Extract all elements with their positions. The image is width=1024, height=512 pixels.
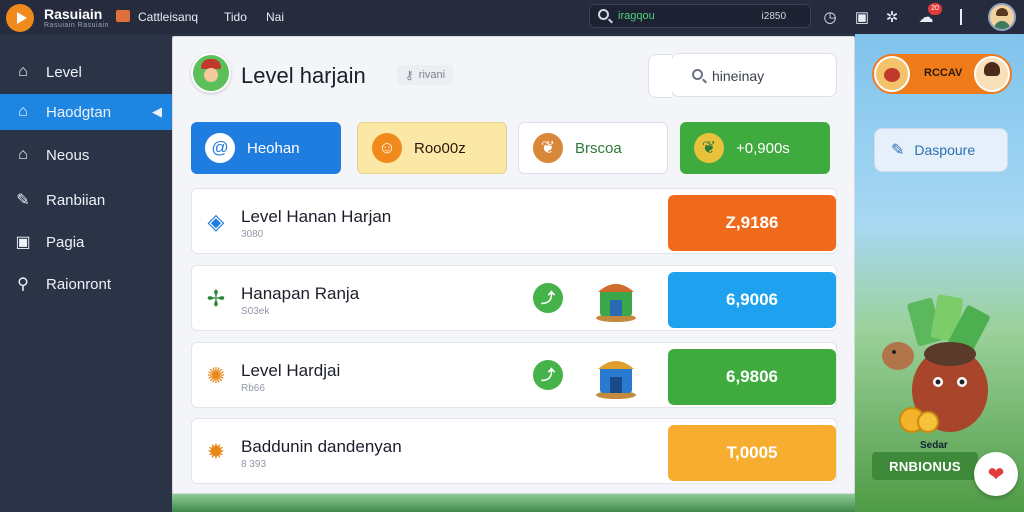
brand-name: Rasuiain — [44, 6, 103, 22]
search-icon — [598, 9, 609, 20]
top-nav-item[interactable]: Cattleisanq — [138, 10, 198, 24]
sidebar-item-label: Raionront — [46, 275, 112, 293]
category-label: Roo00z — [414, 139, 466, 157]
swirl-icon: @ — [205, 133, 235, 163]
notification-badge: 20 — [928, 3, 942, 15]
list-item-subtitle: Rb66 — [241, 383, 265, 394]
top-nav-item[interactable]: Nai — [266, 10, 284, 24]
home-icon: ⌂ — [18, 146, 28, 163]
square-icon: ▣ — [15, 234, 31, 251]
cube-icon: ◈ — [207, 209, 225, 234]
page-title: Level harjain — [241, 63, 366, 88]
sidebar-item-label: Level — [46, 63, 82, 81]
sidebar-item-level[interactable]: ⌂ Level — [0, 54, 172, 90]
sidebar-item-label: Haodgtan — [46, 103, 112, 121]
character-icon: ☺ — [372, 133, 402, 163]
house-icon — [596, 284, 636, 322]
profile-pill[interactable]: RCCAV — [872, 54, 1012, 94]
brand-subtitle: Rasuiain Rasuiain — [44, 22, 109, 29]
value-button[interactable]: 6,9006 — [668, 272, 836, 328]
promo-caption: Sedar — [920, 440, 948, 451]
tag-chip-label: rivani — [418, 69, 446, 81]
list-item-title: Level Hardjai — [241, 361, 341, 380]
search-hint: i2850 — [761, 11, 786, 22]
chevron-left-icon: ◀ — [152, 104, 162, 119]
character-avatar — [191, 53, 231, 93]
profile-text: RCCAV — [924, 67, 963, 79]
sidebar-item-raionront[interactable]: ⚲ Raionront — [0, 266, 172, 302]
action-button-label: Daspoure — [914, 142, 976, 158]
list-item-title: Baddunin dandenyan — [241, 437, 402, 456]
leaf-icon: ❦ — [694, 133, 724, 163]
value-button[interactable]: 6,9806 — [668, 349, 836, 405]
panel-search-input[interactable]: hineinay — [648, 53, 837, 98]
sidebar-item-label: Pagia — [46, 233, 85, 251]
list-item-title: Hanapan Ranja — [241, 284, 360, 303]
list-item-subtitle: 3080 — [241, 229, 264, 240]
list-item[interactable]: ✹ Baddunin dandenyan 8 393 T,0005 — [191, 418, 837, 484]
user-avatar[interactable] — [988, 3, 1016, 31]
category-button-roo00z[interactable]: ☺ Roo00z — [357, 122, 507, 174]
share-icon[interactable]: ⤴ — [533, 283, 563, 313]
app-logo[interactable] — [6, 4, 34, 32]
top-nav-item[interactable]: Tido — [224, 10, 247, 24]
home-icon: ⌂ — [18, 63, 28, 80]
mascot-illustration — [882, 294, 990, 433]
sun-icon: ✺ — [206, 363, 226, 388]
top-search-input[interactable]: iragqou i2850 — [589, 4, 811, 28]
home-icon: ⌂ — [18, 103, 28, 120]
category-button-value[interactable]: ❦ +0,900s — [680, 122, 830, 174]
list-item[interactable]: ✢ Hanapan Ranja S03ek ⤴ 6,9006 — [191, 265, 837, 331]
value-button[interactable]: T,0005 — [668, 425, 836, 481]
category-label: Heohan — [247, 139, 300, 157]
character-avatar — [874, 56, 910, 92]
promo-banner[interactable]: RNBIONUS — [872, 452, 978, 480]
folder-icon — [116, 10, 130, 22]
search-extension — [648, 54, 672, 98]
sidebar-item-neous[interactable]: ⌂ Neous — [0, 137, 172, 173]
key-icon: ⚷ — [405, 68, 414, 82]
clock-icon[interactable]: ◷ — [820, 7, 840, 27]
divider — [960, 9, 962, 25]
sidebar: ⌂ Level ⌂ Haodgtan ◀ ⌂ Neous ✎ Ranbiian … — [0, 34, 172, 512]
user-avatar — [974, 56, 1010, 92]
leaf-icon: ❦ — [533, 133, 563, 163]
list-item-subtitle: 8 393 — [241, 459, 267, 470]
sidebar-item-label: Ranbiian — [46, 191, 106, 209]
list-item-title: Level Hanan Harjan — [241, 207, 392, 226]
panel-search-value: hineinay — [712, 68, 765, 84]
share-icon[interactable]: ⤴ — [533, 360, 563, 390]
search-icon — [692, 69, 703, 80]
category-label: Brscoa — [575, 139, 622, 157]
search-value: iragqou — [618, 10, 655, 22]
category-button-heohan[interactable]: @ Heohan — [191, 122, 341, 174]
main-panel: Level harjain ⚷ rivani hineinay @ Heohan… — [172, 36, 855, 494]
star-icon[interactable]: ✲ — [882, 7, 902, 27]
top-bar: Rasuiain Rasuiain Rasuiain Cattleisanq T… — [0, 0, 1024, 34]
value-button[interactable]: Z,9186 — [668, 195, 836, 251]
sidebar-item-label: Neous — [46, 146, 90, 164]
sidebar-item-ranbiian[interactable]: ✎ Ranbiian — [0, 182, 172, 218]
list-item[interactable]: ◈ Level Hanan Harjan 3080 Z,9186 — [191, 188, 837, 254]
heart-button[interactable]: ❤ — [974, 452, 1018, 496]
action-button[interactable]: ✎ Daspoure — [874, 128, 1008, 172]
heart-icon: ❤ — [987, 463, 1005, 486]
plant-icon: ✢ — [206, 286, 226, 311]
category-label: +0,900s — [736, 139, 790, 157]
sun-icon: ✹ — [206, 439, 226, 464]
sidebar-item-active[interactable]: ⌂ Haodgtan ◀ — [0, 94, 172, 130]
house-icon — [596, 361, 636, 399]
list-item-subtitle: S03ek — [241, 306, 270, 317]
tag-chip[interactable]: ⚷ rivani — [397, 65, 454, 85]
list-item[interactable]: ✺ Level Hardjai Rb66 ⤴ 6,9806 — [191, 342, 837, 408]
background-hill — [172, 492, 855, 512]
square-icon[interactable]: ▣ — [852, 7, 872, 27]
category-button-brscoa[interactable]: ❦ Brscoa — [518, 122, 668, 174]
pencil-icon: ✎ — [891, 142, 905, 159]
pin-icon: ⚲ — [17, 276, 29, 293]
pen-icon: ✎ — [16, 192, 30, 209]
sidebar-item-pagia[interactable]: ▣ Pagia — [0, 224, 172, 260]
